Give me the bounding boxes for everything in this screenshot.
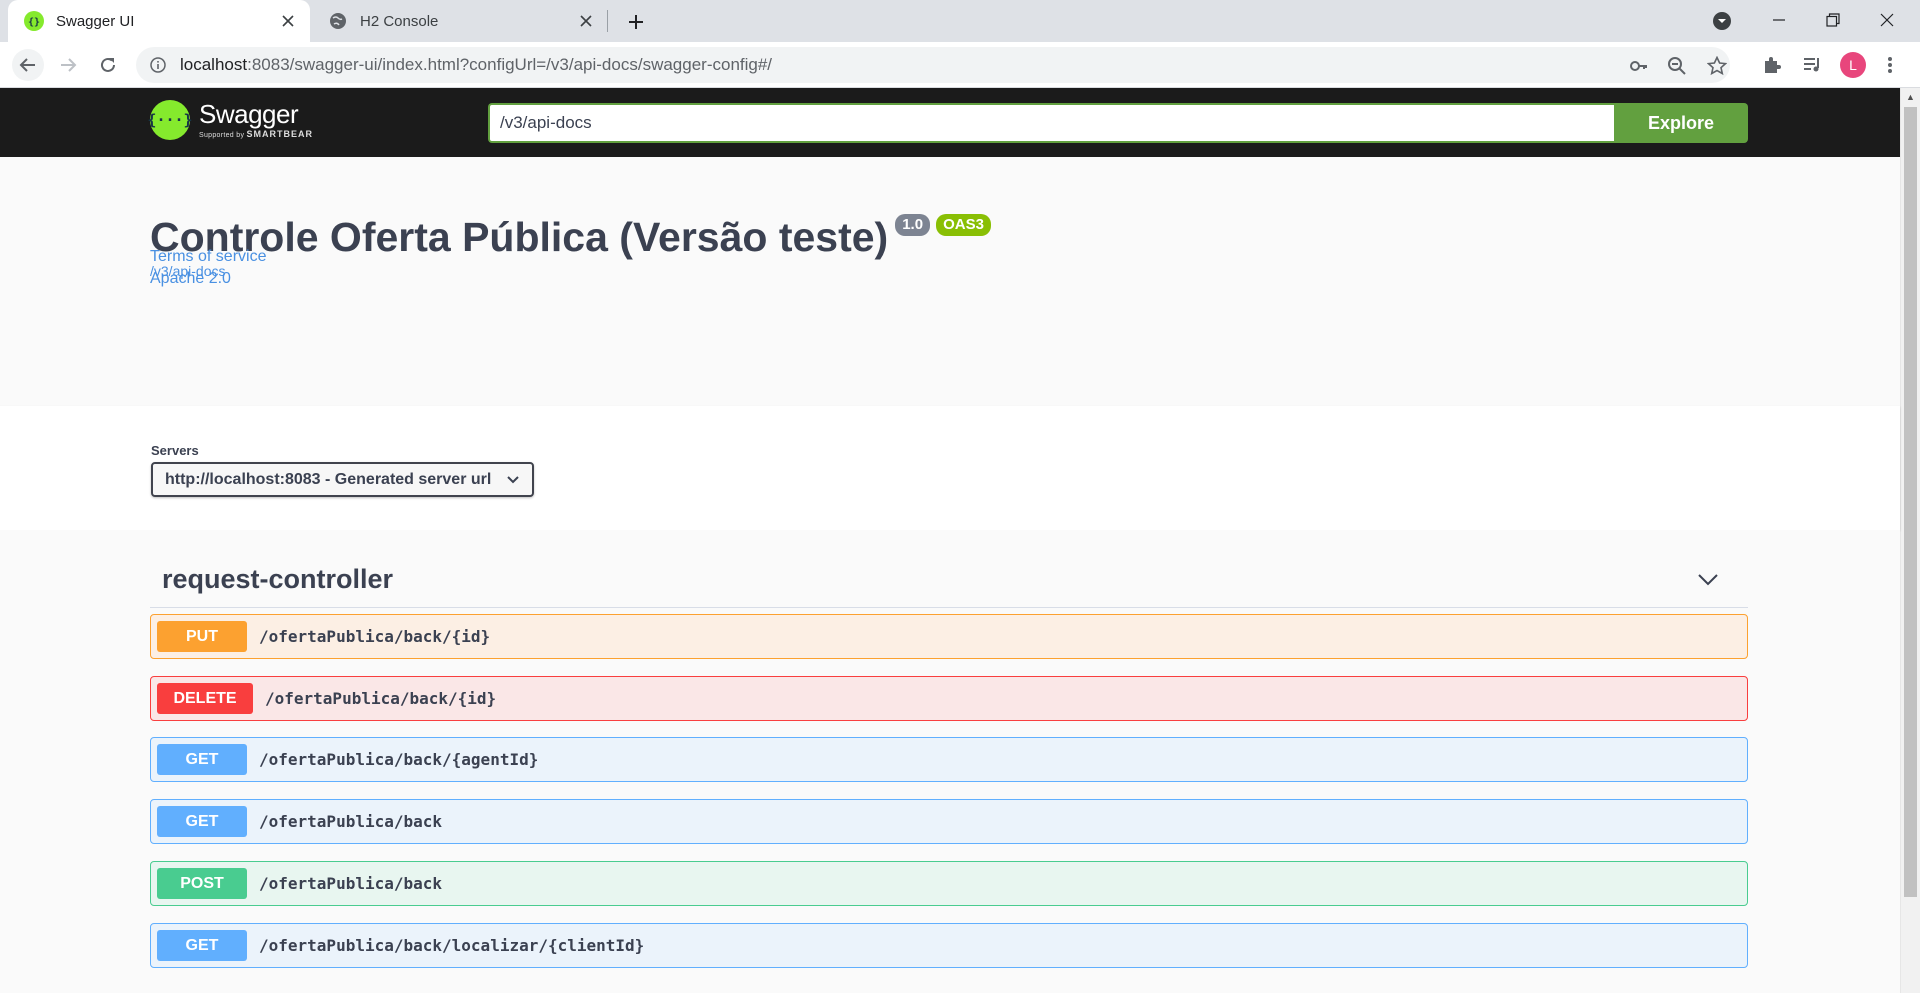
servers-section: Servers http://localhost:8083 - Generate… — [0, 406, 1900, 530]
zoom-icon[interactable] — [1666, 55, 1688, 77]
operation-path: /ofertaPublica/back/localizar/{clientId} — [259, 936, 645, 955]
operation-path: /ofertaPublica/back/{id} — [259, 627, 491, 646]
globe-icon — [328, 11, 348, 31]
minimize-icon[interactable] — [1752, 0, 1806, 40]
method-badge-get: GET — [157, 806, 247, 837]
operation-get-localizar-clientid[interactable]: GET /ofertaPublica/back/localizar/{clien… — [150, 923, 1748, 968]
address-bar[interactable]: localhost:8083/swagger-ui/index.html?con… — [136, 47, 1730, 83]
url-text: localhost:8083/swagger-ui/index.html?con… — [180, 55, 773, 74]
tab-close-icon[interactable] — [576, 11, 596, 31]
version-badge: 1.0 — [895, 214, 931, 236]
browser-toolbar: localhost:8083/swagger-ui/index.html?con… — [0, 42, 1920, 88]
swagger-logo-icon: {···} — [147, 100, 193, 140]
tab-search-icon[interactable] — [1710, 9, 1734, 33]
logo-brand: Swagger — [199, 99, 299, 129]
tag-name: request-controller — [162, 564, 394, 594]
svg-text:{}: {} — [28, 17, 40, 28]
restore-icon[interactable] — [1806, 0, 1860, 40]
close-window-icon[interactable] — [1860, 0, 1914, 40]
spec-url-form: Explore — [488, 103, 1748, 143]
tag-header[interactable]: request-controller — [150, 552, 1748, 608]
method-badge-post: POST — [157, 868, 247, 899]
operation-post-back[interactable]: POST /ofertaPublica/back — [150, 861, 1748, 906]
operation-get-back[interactable]: GET /ofertaPublica/back — [150, 799, 1748, 844]
key-icon[interactable] — [1628, 55, 1650, 77]
forward-icon[interactable] — [52, 49, 84, 81]
extensions-icon[interactable] — [1760, 53, 1784, 77]
chevron-down-icon — [506, 473, 520, 487]
tab-h2-console[interactable]: H2 Console — [316, 0, 608, 42]
tab-title: Swagger UI — [56, 12, 135, 30]
logo-subtitle: Supported by SMARTBEAR — [199, 129, 313, 139]
profile-avatar[interactable]: L — [1840, 52, 1866, 78]
operation-path: /ofertaPublica/back/{agentId} — [259, 750, 539, 769]
tab-title: H2 Console — [360, 12, 439, 30]
method-badge-get: GET — [157, 930, 247, 961]
operation-put-back-id[interactable]: PUT /ofertaPublica/back/{id} — [150, 614, 1748, 659]
explore-button[interactable]: Explore — [1614, 103, 1748, 143]
oas-badge: OAS3 — [936, 214, 991, 236]
operation-get-back-agentid[interactable]: GET /ofertaPublica/back/{agentId} — [150, 737, 1748, 782]
spec-url-input[interactable] — [488, 103, 1614, 143]
method-badge-put: PUT — [157, 621, 247, 652]
servers-selected-value: http://localhost:8083 - Generated server… — [165, 470, 492, 488]
tab-separator — [607, 10, 608, 32]
page-scrollbar[interactable]: ▲ — [1900, 88, 1920, 993]
operation-delete-back-id[interactable]: DELETE /ofertaPublica/back/{id} — [150, 676, 1748, 721]
swagger-logo[interactable]: {···} Swagger Supported by SMARTBEAR — [147, 99, 313, 140]
scrollbar-thumb[interactable] — [1904, 107, 1917, 897]
servers-label: Servers — [151, 443, 199, 458]
method-badge-get: GET — [157, 744, 247, 775]
tab-swagger-ui[interactable]: {} Swagger UI — [8, 0, 310, 42]
method-badge-delete: DELETE — [157, 683, 253, 714]
new-tab-icon[interactable] — [622, 8, 650, 36]
reload-icon[interactable] — [92, 49, 124, 81]
browser-tabstrip: {} Swagger UI H2 Console — [0, 0, 1920, 42]
api-title-row: Controle Oferta Pública (Versão teste) 1… — [150, 214, 991, 261]
site-info-icon[interactable] — [148, 55, 168, 75]
scroll-up-arrow-icon[interactable]: ▲ — [1901, 88, 1920, 105]
api-info: Controle Oferta Pública (Versão teste) 1… — [0, 157, 1900, 406]
operations-section: request-controller PUT /ofertaPublica/ba… — [0, 530, 1900, 993]
operation-path: /ofertaPublica/back — [259, 874, 443, 893]
swagger-favicon-icon: {} — [24, 11, 44, 31]
back-icon[interactable] — [12, 49, 44, 81]
collapse-arrow-icon[interactable] — [1696, 568, 1720, 592]
license-link[interactable]: Apache 2.0 — [150, 270, 231, 288]
tab-close-icon[interactable] — [278, 11, 298, 31]
media-queue-icon[interactable] — [1800, 53, 1824, 77]
bookmark-star-icon[interactable] — [1706, 55, 1728, 77]
operation-path: /ofertaPublica/back — [259, 812, 443, 831]
terms-of-service-link[interactable]: Terms of service — [150, 248, 266, 266]
servers-select[interactable]: http://localhost:8083 - Generated server… — [151, 462, 534, 497]
browser-menu-icon[interactable] — [1878, 53, 1902, 77]
operation-path: /ofertaPublica/back/{id} — [265, 689, 497, 708]
swagger-topbar: {···} Swagger Supported by SMARTBEAR Exp… — [0, 88, 1900, 157]
